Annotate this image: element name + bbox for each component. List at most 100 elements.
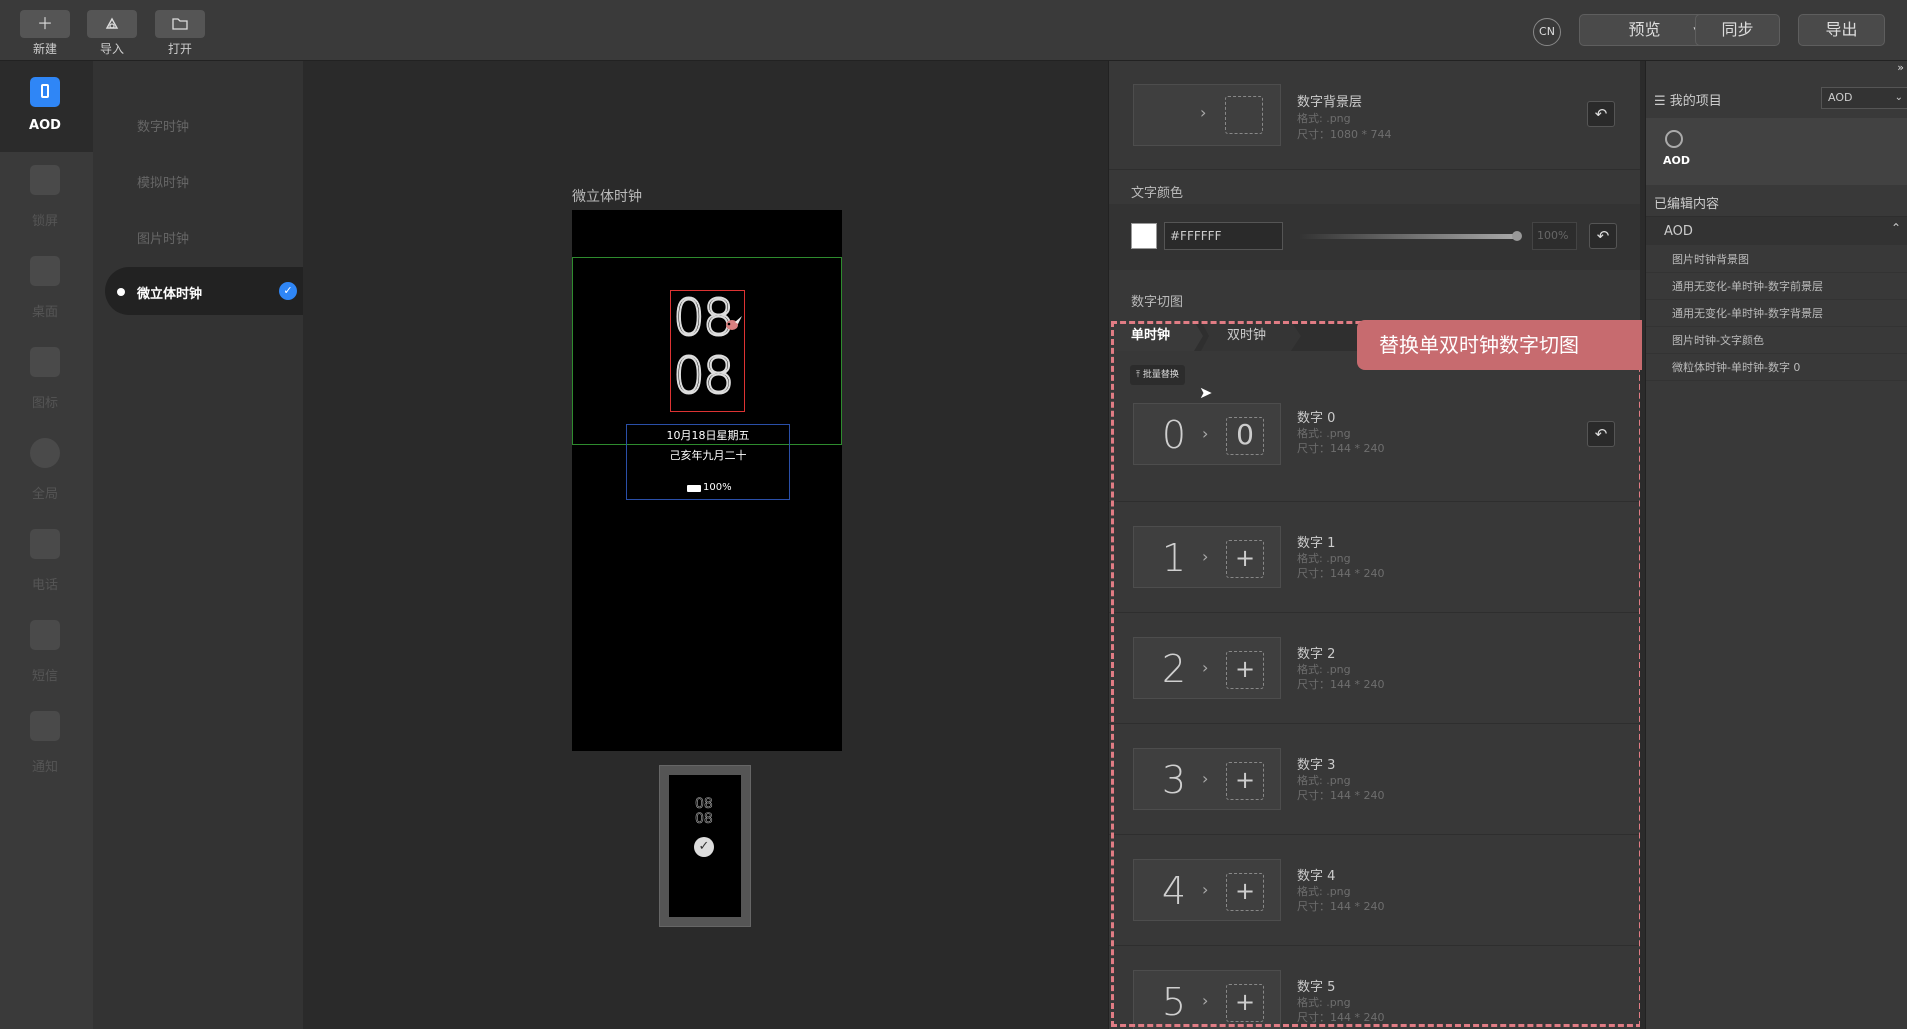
top-toolbar: ＋ 新建 导入 打开 CN 预览 ▾ 同步 导出: [0, 0, 1907, 61]
phone-icon: [30, 77, 60, 107]
digit-preview: 5: [1161, 980, 1187, 1024]
project-item-aod[interactable]: AOD: [1646, 118, 1907, 185]
new-label: 新建: [32, 42, 57, 56]
sidebar-item-global[interactable]: 全局: [0, 438, 93, 528]
digit-thumb[interactable]: 1 › +: [1133, 526, 1281, 588]
edited-item[interactable]: 微粒体时钟-单时钟-数字 0: [1646, 354, 1907, 381]
undo-icon[interactable]: ↶: [1589, 223, 1617, 249]
thumbnail-preview[interactable]: 08 08 ✓: [659, 765, 751, 927]
chevron-up-icon: ⌃: [1891, 221, 1902, 235]
edited-content-title: 已编辑内容: [1654, 197, 1720, 212]
sidebar-item-icons[interactable]: 图标: [0, 347, 93, 437]
sync-button[interactable]: 同步: [1695, 14, 1780, 46]
menu-item-label: 微立体时钟: [137, 287, 203, 302]
chevron-down-icon: ⌄: [1894, 92, 1903, 103]
batch-replace-button[interactable]: ⤒ 批量替换: [1130, 365, 1185, 385]
add-image-button[interactable]: +: [1226, 762, 1264, 800]
digit-image-slot[interactable]: 0: [1226, 417, 1264, 455]
collapse-panel-icon[interactable]: »: [1646, 61, 1907, 79]
digit-title: 数字 0: [1297, 411, 1336, 426]
digit-preview: 1: [1161, 536, 1187, 580]
color-swatch[interactable]: [1131, 223, 1157, 249]
desktop-icon: [30, 256, 60, 286]
digit-thumb[interactable]: 3 › +: [1133, 748, 1281, 810]
message-icon: [30, 620, 60, 650]
phone-preview[interactable]: 08 08 10月18日星期五 己亥年九月二十 100%: [572, 210, 842, 751]
digit-thumb[interactable]: 5 › +: [1133, 970, 1281, 1029]
sidebar-item-sms[interactable]: 短信: [0, 620, 93, 710]
digit-section-title: 数字切图: [1131, 295, 1184, 310]
digit-thumb[interactable]: 4 › +: [1133, 859, 1281, 921]
bg-layer-slot[interactable]: [1225, 96, 1263, 134]
edited-group-aod[interactable]: AOD ⌃: [1646, 216, 1907, 245]
edited-item[interactable]: 图片时钟背景图: [1646, 246, 1907, 273]
sidebar-item-phone[interactable]: 电话: [0, 529, 93, 619]
project-header: ☰ 我的项目: [1654, 90, 1722, 109]
edited-item[interactable]: 通用无变化-单时钟-数字背景层: [1646, 300, 1907, 327]
menu-item-image-clock[interactable]: 图片时钟: [137, 228, 189, 247]
import-button[interactable]: [87, 10, 137, 38]
folder-icon: [172, 18, 188, 30]
digit-thumb[interactable]: 2 › +: [1133, 637, 1281, 699]
digit-layer-bounds[interactable]: 08 08: [670, 288, 745, 412]
clock-minutes: 08: [672, 346, 736, 406]
sidebar-item-label: 锁屏: [31, 214, 58, 229]
preview-title: 微立体时钟: [572, 189, 642, 205]
add-image-button[interactable]: +: [1226, 540, 1264, 578]
bg-layer-thumb[interactable]: ›: [1133, 84, 1281, 146]
edited-item[interactable]: 图片时钟-文字颜色: [1646, 327, 1907, 354]
tab-single-clock[interactable]: 单时钟: [1113, 321, 1203, 351]
project-select[interactable]: AOD ⌄: [1821, 87, 1907, 109]
sidebar-item-label: 全局: [31, 487, 58, 502]
chevron-right-icon: ›: [1202, 424, 1209, 443]
project-header-label: 我的项目: [1669, 94, 1722, 109]
open-button[interactable]: [155, 10, 205, 38]
sidebar-item-label: 短信: [31, 669, 58, 684]
menu-item-analog-clock[interactable]: 模拟时钟: [137, 172, 189, 191]
sidebar-item-aod[interactable]: AOD: [0, 61, 93, 152]
preview-button[interactable]: 预览 ▾: [1579, 14, 1710, 46]
export-button[interactable]: 导出: [1798, 14, 1885, 46]
tab-double-clock[interactable]: 双时钟: [1201, 321, 1301, 351]
add-image-button[interactable]: +: [1226, 873, 1264, 911]
digit-slice-area: 单时钟 双时钟 ⤒ 批量替换 ➤ 0 › 0 数字 0 格式: .png 尺寸：…: [1109, 319, 1640, 1029]
bird-decoration-icon: [723, 313, 743, 335]
thumbnail-screen: 08 08 ✓: [669, 775, 741, 917]
opacity-input[interactable]: 100%: [1532, 222, 1577, 250]
selected-check-icon: ✓: [694, 837, 714, 857]
opacity-slider[interactable]: [1299, 234, 1519, 239]
undo-icon[interactable]: ↶: [1587, 101, 1615, 127]
bg-layer-row: › 数字背景层 格式: .png 尺寸：1080 * 744 ↶: [1109, 61, 1640, 170]
chevron-right-icon: ›: [1202, 991, 1209, 1010]
module-sidebar: AOD 锁屏 桌面 图标 全局 电话 短信 通知: [0, 61, 93, 1029]
undo-icon[interactable]: ↶: [1587, 421, 1615, 447]
text-color-section-title: 文字颜色: [1131, 186, 1184, 201]
language-toggle[interactable]: CN: [1533, 18, 1561, 46]
opacity-slider-handle[interactable]: [1512, 231, 1522, 241]
digit-thumb[interactable]: 0 › 0: [1133, 403, 1281, 465]
digit-title: 数字 2: [1297, 647, 1336, 662]
text-color-row: #FFFFFF 100% ↶: [1109, 204, 1640, 270]
sidebar-item-lockscreen[interactable]: 锁屏: [0, 165, 93, 255]
digit-size: 尺寸：144 * 240: [1297, 678, 1385, 691]
date-widget-bounds[interactable]: 10月18日星期五 己亥年九月二十 100%: [626, 424, 790, 500]
digit-title: 数字 3: [1297, 758, 1336, 773]
chevron-right-icon: ›: [1202, 658, 1209, 677]
battery-text: 100%: [703, 482, 732, 493]
thumbnail-clock: 08: [695, 796, 713, 812]
sidebar-item-notification[interactable]: 通知: [0, 711, 93, 801]
edited-item[interactable]: 通用无变化-单时钟-数字前景层: [1646, 273, 1907, 300]
menu-item-micro3d-clock[interactable]: 微立体时钟 ✓: [105, 267, 303, 315]
menu-item-digital-clock[interactable]: 数字时钟: [137, 116, 189, 135]
color-hex-input[interactable]: #FFFFFF: [1164, 222, 1283, 250]
new-button[interactable]: ＋: [20, 10, 70, 38]
digit-size: 尺寸：144 * 240: [1297, 900, 1385, 913]
project-select-value: AOD: [1828, 91, 1853, 104]
digit-format: 格式: .png: [1297, 996, 1351, 1009]
add-image-button[interactable]: +: [1226, 984, 1264, 1022]
properties-panel: › 数字背景层 格式: .png 尺寸：1080 * 744 ↶ 文字颜色 #F…: [1108, 61, 1640, 1029]
sidebar-item-desktop[interactable]: 桌面: [0, 256, 93, 346]
add-image-button[interactable]: +: [1226, 651, 1264, 689]
batch-replace-label: 批量替换: [1142, 370, 1179, 380]
lock-icon: [30, 165, 60, 195]
